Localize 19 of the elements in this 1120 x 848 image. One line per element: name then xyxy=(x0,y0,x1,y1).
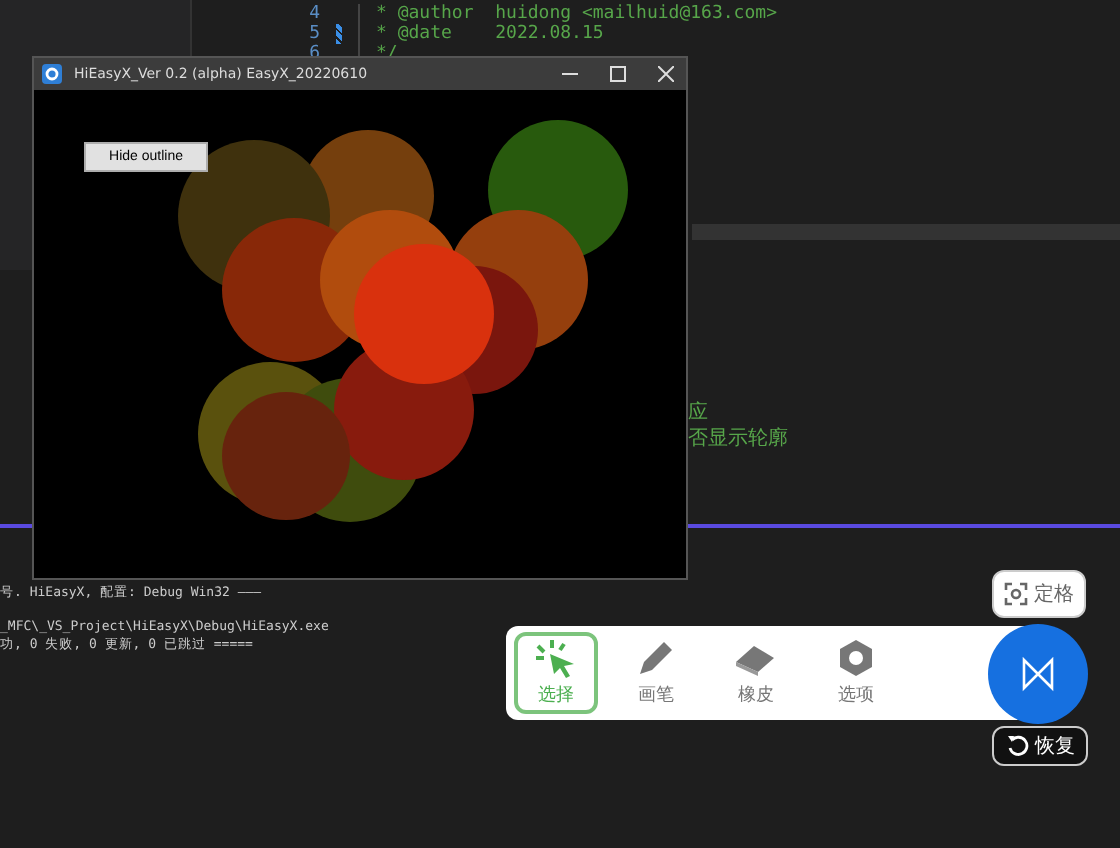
pin-button[interactable]: 定格 xyxy=(992,570,1086,618)
code-line: 否显示轮廓 xyxy=(688,426,790,452)
line-number: 5 xyxy=(307,23,320,43)
focus-icon xyxy=(1004,582,1028,606)
bowtie-icon xyxy=(1020,656,1056,692)
code-line: * @author huidong <mailhuid@163.com> xyxy=(358,3,777,23)
undo-icon xyxy=(1005,734,1029,758)
app-icon xyxy=(42,64,62,84)
restore-button[interactable]: 恢复 xyxy=(992,726,1088,766)
close-icon[interactable] xyxy=(658,66,674,82)
pen-icon xyxy=(636,638,676,678)
code-line: 应 xyxy=(688,400,710,426)
tool-button[interactable]: 选择 xyxy=(514,632,598,714)
code-line: * @date 2022.08.15 xyxy=(358,23,604,43)
maximize-icon[interactable] xyxy=(610,66,626,82)
hexagon-icon xyxy=(836,638,876,678)
cursor-icon xyxy=(534,638,578,678)
line-number: 4 xyxy=(307,3,320,23)
collapse-button[interactable] xyxy=(988,624,1088,724)
